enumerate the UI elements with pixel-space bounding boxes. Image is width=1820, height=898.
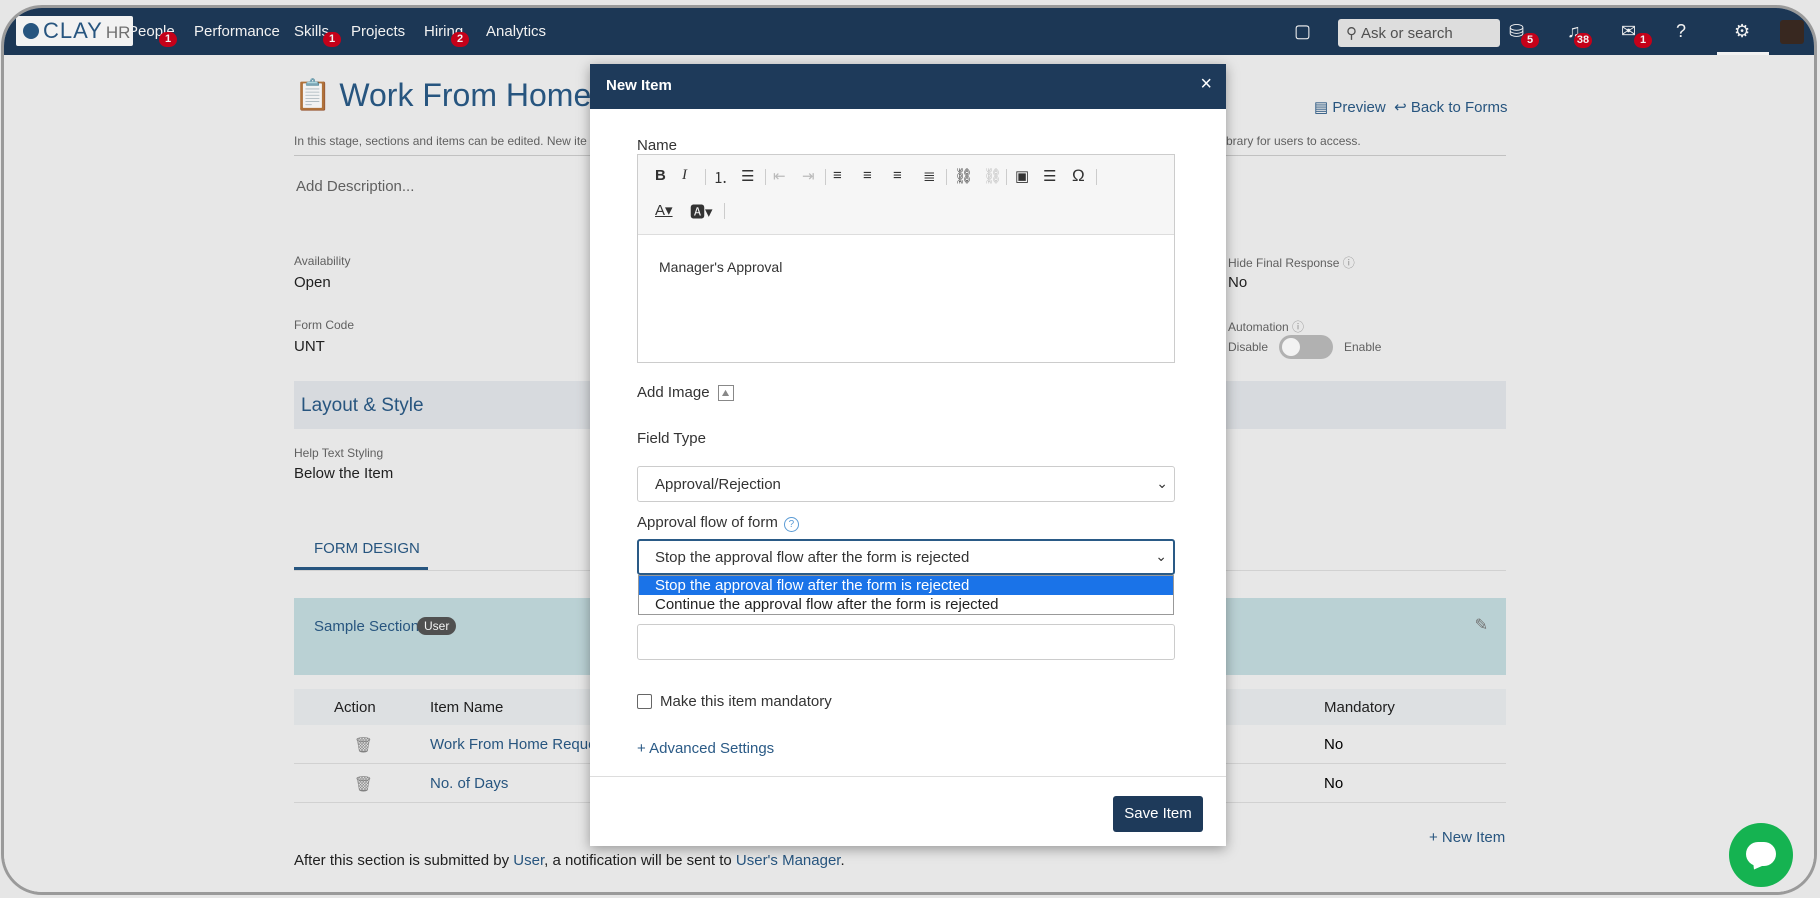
- align-center-icon[interactable]: ≡: [863, 167, 872, 184]
- bold-icon[interactable]: B: [655, 167, 666, 184]
- bulleted-list-icon[interactable]: ☰: [741, 167, 754, 185]
- numbered-list-icon[interactable]: ⒈: [713, 167, 728, 188]
- modal-header: New Item ×: [590, 64, 1226, 109]
- bg-color-icon[interactable]: 🅰▾: [690, 201, 713, 222]
- toolbar-separator: [825, 169, 826, 185]
- image-icon[interactable]: ▣: [1015, 167, 1029, 185]
- special-char-icon[interactable]: Ω: [1072, 166, 1085, 186]
- advanced-settings-link[interactable]: + Advanced Settings: [637, 740, 774, 757]
- mandatory-checkbox-row[interactable]: Make this item mandatory: [637, 693, 832, 710]
- approval-flow-label: Approval flow of form?: [637, 514, 799, 532]
- toolbar-separator: [946, 169, 947, 185]
- editor-content[interactable]: Manager's Approval: [659, 259, 782, 275]
- name-label: Name: [637, 137, 678, 154]
- toolbar-separator: [724, 203, 725, 219]
- help-circle-icon[interactable]: ?: [783, 517, 799, 532]
- toolbar-separator: [1096, 169, 1097, 185]
- align-right-icon[interactable]: ≡: [893, 167, 902, 184]
- editor-toolbar: B I ⒈ ☰ ⇤ ⇥ ≡ ≡ ≡ ≣ ⛓ ⛓ ▣ ☰ Ω A▾ 🅰▾: [638, 155, 1174, 235]
- modal-footer-divider: [590, 776, 1226, 777]
- horizontal-rule-icon[interactable]: ☰: [1043, 167, 1056, 185]
- indent-icon[interactable]: ⇥: [802, 167, 815, 185]
- add-image[interactable]: Add Image ⛰: [637, 384, 734, 401]
- field-type-label: Field Type: [637, 430, 706, 447]
- mandatory-label: Make this item mandatory: [660, 693, 832, 710]
- screen-frame: CLAY HR People 1 Performance Skills 1 Pr…: [0, 0, 1820, 898]
- chevron-down-icon: ⌄: [1156, 475, 1168, 491]
- close-icon[interactable]: ×: [1200, 73, 1212, 96]
- field-type-value: Approval/Rejection: [655, 476, 781, 493]
- rich-text-editor: B I ⒈ ☰ ⇤ ⇥ ≡ ≡ ≡ ≣ ⛓ ⛓ ▣ ☰ Ω A▾ 🅰▾ Mana…: [637, 154, 1175, 363]
- chat-widget-button[interactable]: [1729, 823, 1793, 887]
- toolbar-separator: [765, 169, 766, 185]
- approval-flow-value: Stop the approval flow after the form is…: [655, 549, 970, 566]
- dropdown-option[interactable]: Stop the approval flow after the form is…: [639, 576, 1173, 595]
- text-input[interactable]: [637, 624, 1175, 660]
- approval-flow-select[interactable]: Stop the approval flow after the form is…: [637, 539, 1175, 575]
- field-type-select[interactable]: Approval/Rejection ⌄: [637, 466, 1175, 502]
- align-justify-icon[interactable]: ≣: [923, 167, 936, 185]
- approval-flow-dropdown: Stop the approval flow after the form is…: [638, 575, 1174, 615]
- add-image-label: Add Image: [637, 384, 710, 401]
- outdent-icon[interactable]: ⇤: [773, 167, 786, 185]
- unlink-icon[interactable]: ⛓: [983, 167, 1002, 185]
- app-window: CLAY HR People 1 Performance Skills 1 Pr…: [4, 8, 1814, 892]
- text-color-icon[interactable]: A▾: [655, 201, 673, 219]
- new-item-modal: New Item × Name B I ⒈ ☰ ⇤ ⇥ ≡ ≡ ≡ ≣ ⛓ ⛓: [590, 64, 1226, 846]
- image-icon: ⛰: [717, 384, 734, 401]
- dropdown-option[interactable]: Continue the approval flow after the for…: [639, 595, 1173, 614]
- align-left-icon[interactable]: ≡: [833, 167, 842, 184]
- link-icon[interactable]: ⛓: [954, 167, 973, 185]
- modal-title: New Item: [606, 77, 672, 94]
- italic-icon[interactable]: I: [682, 167, 687, 184]
- mandatory-checkbox[interactable]: [637, 694, 652, 709]
- chevron-down-icon: ⌄: [1155, 548, 1167, 564]
- toolbar-separator: [705, 169, 706, 185]
- save-item-button[interactable]: Save Item: [1113, 796, 1203, 832]
- toolbar-separator: [1006, 169, 1007, 185]
